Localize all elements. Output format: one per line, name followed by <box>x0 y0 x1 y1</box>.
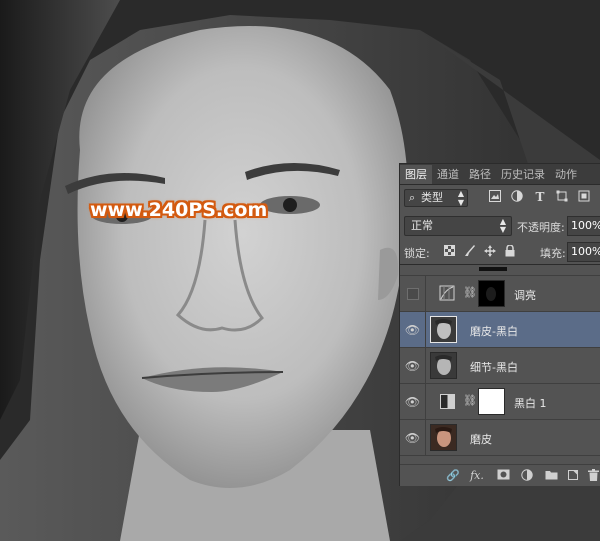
partial-layer-row <box>400 265 600 276</box>
layer-row[interactable]: 👁 ⛓ 黑白 1 <box>400 384 600 420</box>
type-filter-icon[interactable]: T <box>533 190 547 204</box>
fill-label: 填充: <box>540 247 566 260</box>
visibility-toggle[interactable] <box>400 276 426 311</box>
layer-filter-row: ⌕ 类型 ▲ ▼ T <box>400 188 600 210</box>
layer-name[interactable]: 细节-黑白 <box>470 359 518 375</box>
tab-history[interactable]: 历史记录 <box>496 165 550 184</box>
filter-kind-select[interactable]: ⌕ 类型 ▲ ▼ <box>404 189 468 207</box>
layer-row[interactable]: 👁 磨皮 <box>400 420 600 456</box>
watermark-text: www.240PS.com <box>90 199 268 221</box>
blend-mode-value: 正常 <box>411 219 433 232</box>
search-icon: ⌕ <box>409 191 416 204</box>
opacity-label: 不透明度: <box>517 221 565 234</box>
smart-object-filter-icon[interactable] <box>577 190 591 204</box>
layer-mask-thumbnail[interactable] <box>478 388 505 415</box>
fx-icon[interactable]: fx. <box>470 469 484 483</box>
tab-layers[interactable]: 图层 <box>400 165 432 184</box>
select-arrows-icon: ▲ ▼ <box>499 217 506 234</box>
layer-name[interactable]: 磨皮-黑白 <box>470 323 518 339</box>
layers-bottom-toolbar: 🔗 fx. <box>400 464 600 486</box>
delete-layer-icon[interactable] <box>586 469 600 483</box>
layer-list: ⛓ 调亮 👁 磨皮-黑白 👁 细节-黑白 👁 ⛓ 黑白 1 👁 磨皮 <box>400 264 600 465</box>
opacity-input[interactable]: 100% <box>567 216 600 236</box>
image-filter-icon[interactable] <box>488 190 502 204</box>
link-chain-icon[interactable]: ⛓ <box>463 394 477 407</box>
eye-icon[interactable]: 👁 <box>400 384 426 419</box>
lock-pixels-icon[interactable] <box>463 245 476 258</box>
new-layer-icon[interactable] <box>566 469 580 483</box>
layer-name[interactable]: 调亮 <box>514 287 536 303</box>
layer-thumbnail[interactable] <box>430 424 457 451</box>
layer-name[interactable]: 磨皮 <box>470 431 492 447</box>
lock-position-icon[interactable] <box>483 245 496 258</box>
fill-input[interactable]: 100% <box>567 242 600 262</box>
layer-thumbnail[interactable] <box>430 352 457 379</box>
layer-thumbnail[interactable] <box>430 316 457 343</box>
lock-row: 锁定: 填充: 100% <box>400 242 600 264</box>
filter-kind-label: 类型 <box>421 191 443 204</box>
blend-mode-select[interactable]: 正常 ▲ ▼ <box>404 216 512 236</box>
link-chain-icon[interactable]: ⛓ <box>463 286 477 299</box>
add-mask-icon[interactable] <box>496 469 510 483</box>
select-arrows-icon: ▲ ▼ <box>457 189 464 207</box>
panel-tab-bar: 图层 通道 路径 历史记录 动作 <box>400 164 600 185</box>
adjustment-filter-icon[interactable] <box>510 190 524 204</box>
tab-channels[interactable]: 通道 <box>432 165 464 184</box>
black-white-adjustment-icon <box>438 392 458 412</box>
tab-actions[interactable]: 动作 <box>550 165 582 184</box>
layer-name[interactable]: 黑白 1 <box>514 395 547 411</box>
layer-row[interactable]: 👁 细节-黑白 <box>400 348 600 384</box>
link-layers-icon[interactable]: 🔗 <box>446 469 460 483</box>
layer-mask-thumbnail[interactable] <box>478 280 505 307</box>
new-adjustment-icon[interactable] <box>520 469 534 483</box>
lock-label: 锁定: <box>404 247 430 260</box>
eye-icon[interactable]: 👁 <box>400 420 426 455</box>
lock-transparent-icon[interactable] <box>443 245 456 258</box>
eye-icon[interactable]: 👁 <box>400 312 426 347</box>
shape-filter-icon[interactable] <box>555 190 569 204</box>
layer-row[interactable]: ⛓ 调亮 <box>400 276 600 312</box>
curves-adjustment-icon <box>438 284 458 304</box>
eye-icon[interactable]: 👁 <box>400 348 426 383</box>
blend-row: 正常 ▲ ▼ 不透明度: 100% <box>400 216 600 238</box>
layers-panel: 图层 通道 路径 历史记录 动作 ⌕ 类型 ▲ ▼ T 正常 ▲ ▼ 不透明度: 1 <box>399 163 600 486</box>
lock-all-icon[interactable] <box>503 244 516 258</box>
new-group-icon[interactable] <box>544 469 558 483</box>
layer-row[interactable]: 👁 磨皮-黑白 <box>400 312 600 348</box>
tab-paths[interactable]: 路径 <box>464 165 496 184</box>
